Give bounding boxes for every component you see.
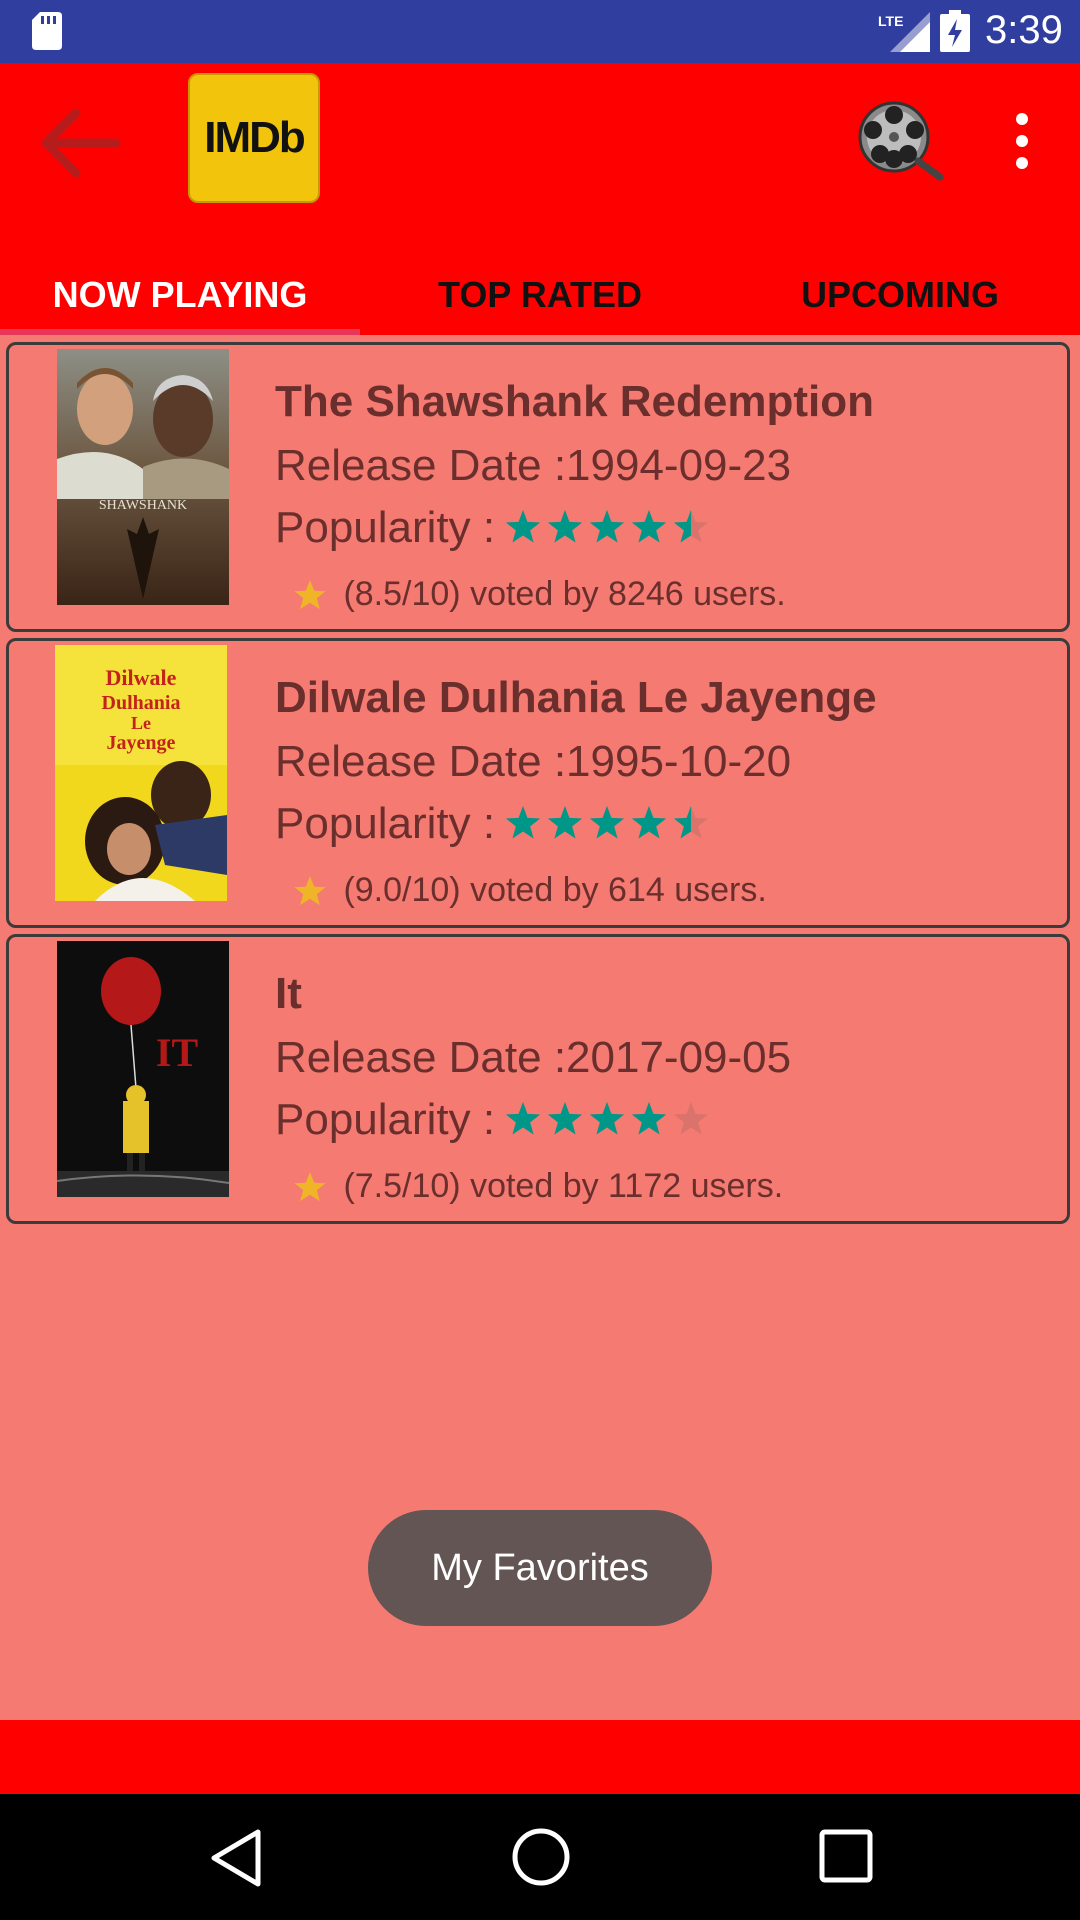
release-date: Release Date :1995-10-20 <box>275 737 792 786</box>
popularity-label: Popularity : <box>275 799 496 848</box>
film-reel-search-icon[interactable] <box>856 97 944 185</box>
status-bar: LTE 3:39 <box>0 0 1080 63</box>
back-arrow-icon[interactable] <box>28 95 124 191</box>
popularity-row: Popularity : <box>275 799 712 849</box>
svg-text:IT: IT <box>156 1030 199 1075</box>
release-date: Release Date :2017-09-05 <box>275 1033 792 1082</box>
tab-top-rated[interactable]: TOP RATED <box>360 263 720 335</box>
rating-stars <box>505 510 708 543</box>
rating-star-filled <box>631 806 666 839</box>
movie-card[interactable]: IT It Release Date :2017-09-05 Popularit… <box>6 934 1070 1224</box>
tab-upcoming[interactable]: UPCOMING <box>720 263 1080 335</box>
vote-text: (7.5/10) voted by 1172 users. <box>343 1167 784 1205</box>
svg-text:Dulhania: Dulhania <box>102 692 181 714</box>
rating-stars <box>505 1102 708 1135</box>
svg-text:SHAWSHANK: SHAWSHANK <box>99 498 187 513</box>
rating-star-filled <box>631 1102 666 1135</box>
vote-row: (7.5/10) voted by 1172 users. <box>293 1167 783 1206</box>
nav-back-icon[interactable] <box>208 1828 264 1888</box>
imdb-logo: IMDb <box>188 73 320 203</box>
rating-star-filled <box>505 806 540 839</box>
tab-indicator <box>0 329 360 335</box>
svg-text:Jayenge: Jayenge <box>107 732 176 754</box>
svg-text:Dilwale: Dilwale <box>106 665 177 690</box>
popularity-label: Popularity : <box>275 503 496 552</box>
movie-title: The Shawshank Redemption <box>275 377 874 426</box>
vote-text: (9.0/10) voted by 614 users. <box>343 871 767 909</box>
vote-star-icon <box>294 1171 326 1201</box>
popularity-label: Popularity : <box>275 1095 496 1144</box>
rating-star-empty <box>673 1102 708 1135</box>
popularity-row: Popularity : <box>275 503 712 553</box>
release-date: Release Date :1994-09-23 <box>275 441 792 490</box>
navigation-bar <box>0 1794 1080 1920</box>
rating-star-filled <box>589 1102 624 1135</box>
movie-title: It <box>275 969 302 1018</box>
lte-signal-icon: LTE <box>878 12 930 52</box>
svg-text:LTE: LTE <box>878 13 903 29</box>
rating-star-filled <box>589 806 624 839</box>
movie-card[interactable]: Dilwale Dulhania Le Jayenge Dilwale Dulh… <box>6 638 1070 928</box>
vote-star-icon <box>294 875 326 905</box>
svg-text:Le: Le <box>131 713 151 733</box>
vote-text: (8.5/10) voted by 8246 users. <box>343 575 786 613</box>
bottom-strip <box>0 1720 1080 1794</box>
tab-bar: NOW PLAYING TOP RATED UPCOMING <box>0 263 1080 335</box>
vote-star-icon <box>294 579 326 609</box>
nav-home-icon[interactable] <box>510 1826 572 1888</box>
tab-now-playing[interactable]: NOW PLAYING <box>0 263 360 335</box>
rating-star-filled <box>589 510 624 543</box>
rating-star-filled <box>631 510 666 543</box>
nav-recents-icon[interactable] <box>818 1828 874 1884</box>
my-favorites-button[interactable]: My Favorites <box>368 1510 712 1626</box>
rating-stars <box>505 806 708 839</box>
rating-star-filled <box>547 806 582 839</box>
movie-title: Dilwale Dulhania Le Jayenge <box>275 673 877 722</box>
app-bar: IMDb NOW PLAYING TOP RATED UPCOMING <box>0 63 1080 335</box>
sd-card-icon <box>32 12 62 50</box>
movie-poster: IT <box>57 941 229 1197</box>
clock: 3:39 <box>985 8 1063 52</box>
rating-star-filled <box>547 510 582 543</box>
rating-star-filled <box>547 1102 582 1135</box>
vote-row: (8.5/10) voted by 8246 users. <box>293 575 786 614</box>
more-options-icon[interactable] <box>1000 109 1044 173</box>
rating-star-filled <box>505 510 540 543</box>
battery-charging-icon <box>940 10 970 52</box>
popularity-row: Popularity : <box>275 1095 712 1145</box>
movie-poster: SHAWSHANK <box>57 349 229 605</box>
rating-star-filled <box>505 1102 540 1135</box>
movie-card[interactable]: SHAWSHANK The Shawshank Redemption Relea… <box>6 342 1070 632</box>
vote-row: (9.0/10) voted by 614 users. <box>293 871 767 910</box>
movie-poster: Dilwale Dulhania Le Jayenge <box>55 645 227 901</box>
